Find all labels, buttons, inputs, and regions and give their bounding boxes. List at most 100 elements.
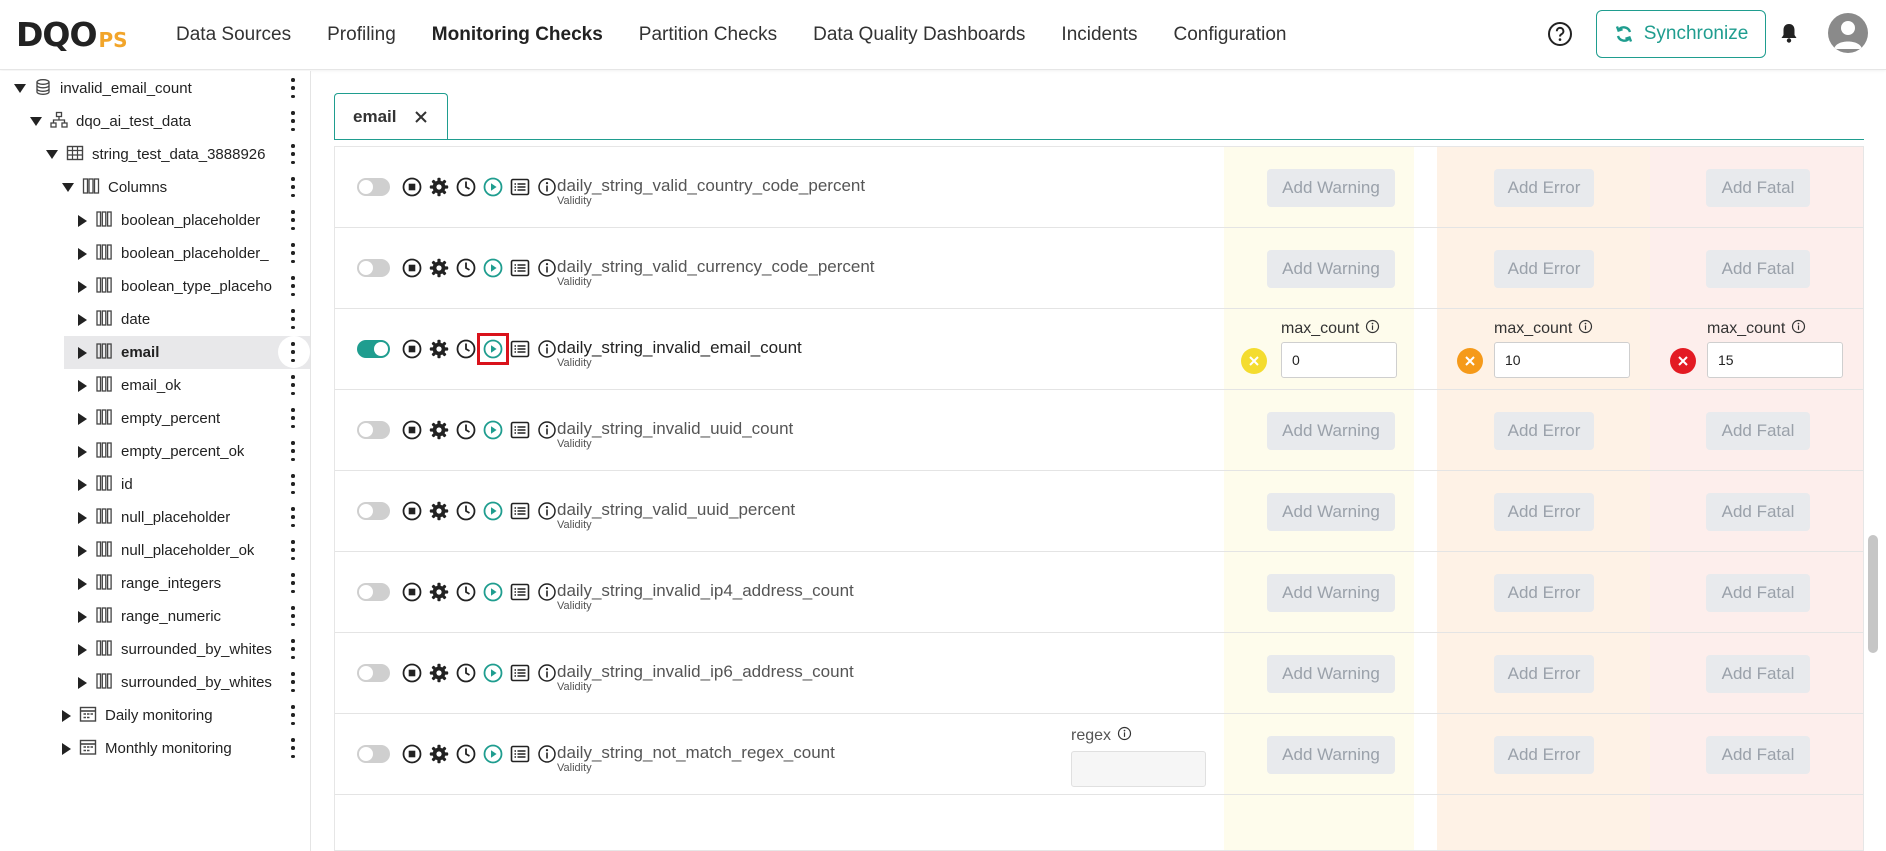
stop-icon[interactable] xyxy=(400,580,424,604)
enable-toggle[interactable] xyxy=(357,421,390,439)
more-options-icon[interactable] xyxy=(288,111,298,131)
warning-threshold-input[interactable]: 0 xyxy=(1281,342,1397,378)
clock-icon[interactable] xyxy=(454,337,478,361)
stop-icon[interactable] xyxy=(400,175,424,199)
more-options-icon[interactable] xyxy=(288,540,298,560)
expand-caret-icon[interactable] xyxy=(78,346,87,359)
tab-email[interactable]: email xyxy=(334,93,448,139)
clock-icon[interactable] xyxy=(454,256,478,280)
tree-item-surrounded-by-whites[interactable]: surrounded_by_whites xyxy=(78,666,278,699)
enable-toggle[interactable] xyxy=(357,259,390,277)
gear-icon[interactable] xyxy=(427,742,451,766)
expand-caret-icon[interactable] xyxy=(78,247,87,260)
more-options-icon[interactable] xyxy=(288,78,298,98)
info-icon[interactable] xyxy=(1785,319,1806,339)
nav-monitoring-checks[interactable]: Monitoring Checks xyxy=(432,24,603,46)
synchronize-button[interactable]: Synchronize xyxy=(1596,10,1766,58)
play-icon[interactable] xyxy=(481,661,505,685)
add-error-button[interactable]: Add Error xyxy=(1494,493,1594,531)
nav-data-sources[interactable]: Data Sources xyxy=(176,24,291,46)
nav-profiling[interactable]: Profiling xyxy=(327,24,396,46)
tree-item-range-integers[interactable]: range_integers xyxy=(78,567,278,600)
add-fatal-button[interactable]: Add Fatal xyxy=(1706,574,1810,612)
expand-caret-icon[interactable] xyxy=(78,676,87,689)
expand-caret-icon[interactable] xyxy=(78,379,87,392)
fatal-threshold-input[interactable]: 15 xyxy=(1707,342,1843,378)
tree-item-null-placeholder[interactable]: null_placeholder xyxy=(78,501,278,534)
stop-icon[interactable] xyxy=(400,256,424,280)
expand-caret-icon[interactable] xyxy=(78,610,87,623)
info-icon[interactable] xyxy=(1359,319,1380,339)
add-fatal-button[interactable]: Add Fatal xyxy=(1706,493,1810,531)
info-icon[interactable] xyxy=(1111,726,1132,746)
expand-caret-icon[interactable] xyxy=(78,478,87,491)
add-error-button[interactable]: Add Error xyxy=(1494,736,1594,774)
enable-toggle[interactable] xyxy=(357,664,390,682)
add-warning-button[interactable]: Add Warning xyxy=(1267,493,1395,531)
nav-partition-checks[interactable]: Partition Checks xyxy=(639,24,777,46)
more-options-icon[interactable] xyxy=(288,309,298,329)
add-warning-button[interactable]: Add Warning xyxy=(1267,574,1395,612)
error-threshold-input[interactable]: 10 xyxy=(1494,342,1630,378)
add-fatal-button[interactable]: Add Fatal xyxy=(1706,412,1810,450)
info-icon[interactable] xyxy=(535,499,559,523)
add-error-button[interactable]: Add Error xyxy=(1494,412,1594,450)
stop-icon[interactable] xyxy=(400,499,424,523)
expand-caret-icon[interactable] xyxy=(78,511,87,524)
add-fatal-button[interactable]: Add Fatal xyxy=(1706,250,1810,288)
gear-icon[interactable] xyxy=(427,499,451,523)
info-icon[interactable] xyxy=(535,580,559,604)
expand-caret-icon[interactable] xyxy=(78,280,87,293)
tree-item-id[interactable]: id xyxy=(78,468,278,501)
list-icon[interactable] xyxy=(508,175,532,199)
gear-icon[interactable] xyxy=(427,580,451,604)
close-icon[interactable] xyxy=(413,109,429,125)
play-icon[interactable] xyxy=(481,580,505,604)
tree-item-boolean-placeholder-[interactable]: boolean_placeholder_ xyxy=(78,237,278,270)
info-icon[interactable] xyxy=(535,418,559,442)
stop-icon[interactable] xyxy=(400,418,424,442)
expand-caret-icon[interactable] xyxy=(78,544,87,557)
add-warning-button[interactable]: Add Warning xyxy=(1267,655,1395,693)
add-warning-button[interactable]: Add Warning xyxy=(1267,250,1395,288)
list-icon[interactable] xyxy=(508,499,532,523)
tree-item-date[interactable]: date xyxy=(78,303,278,336)
expand-caret-icon[interactable] xyxy=(78,643,87,656)
regex-input[interactable] xyxy=(1071,751,1206,787)
more-options-icon[interactable] xyxy=(288,441,298,461)
tree-item-null-placeholder-ok[interactable]: null_placeholder_ok xyxy=(78,534,278,567)
more-options-icon[interactable] xyxy=(288,342,298,362)
info-icon[interactable] xyxy=(535,337,559,361)
expand-caret-icon[interactable] xyxy=(78,214,87,227)
more-options-icon[interactable] xyxy=(288,177,298,197)
tree-item-empty-percent-ok[interactable]: empty_percent_ok xyxy=(78,435,278,468)
expand-caret-icon[interactable] xyxy=(62,709,71,722)
expand-caret-icon[interactable] xyxy=(78,313,87,326)
list-icon[interactable] xyxy=(508,418,532,442)
tree-item-surrounded-by-whites[interactable]: surrounded_by_whites xyxy=(78,633,278,666)
more-options-icon[interactable] xyxy=(288,573,298,593)
info-icon[interactable] xyxy=(535,175,559,199)
add-warning-button[interactable]: Add Warning xyxy=(1267,169,1395,207)
nav-configuration[interactable]: Configuration xyxy=(1173,24,1286,46)
vertical-scrollbar[interactable] xyxy=(1868,535,1878,653)
enable-toggle[interactable] xyxy=(357,745,390,763)
collapse-caret-icon[interactable] xyxy=(30,117,42,126)
info-icon[interactable] xyxy=(535,661,559,685)
tree-item-daily-monitoring[interactable]: Daily monitoring xyxy=(62,699,278,732)
add-warning-button[interactable]: Add Warning xyxy=(1267,412,1395,450)
add-error-button[interactable]: Add Error xyxy=(1494,169,1594,207)
stop-icon[interactable] xyxy=(400,661,424,685)
info-icon[interactable] xyxy=(1572,319,1593,339)
more-options-icon[interactable] xyxy=(288,705,298,725)
gear-icon[interactable] xyxy=(427,337,451,361)
enable-toggle[interactable] xyxy=(357,178,390,196)
expand-caret-icon[interactable] xyxy=(62,742,71,755)
more-options-icon[interactable] xyxy=(288,276,298,296)
more-options-icon[interactable] xyxy=(288,474,298,494)
gear-icon[interactable] xyxy=(427,256,451,280)
list-icon[interactable] xyxy=(508,337,532,361)
gear-icon[interactable] xyxy=(427,175,451,199)
list-icon[interactable] xyxy=(508,661,532,685)
tree-item-dqo-ai-test-data[interactable]: dqo_ai_test_data xyxy=(30,105,278,138)
